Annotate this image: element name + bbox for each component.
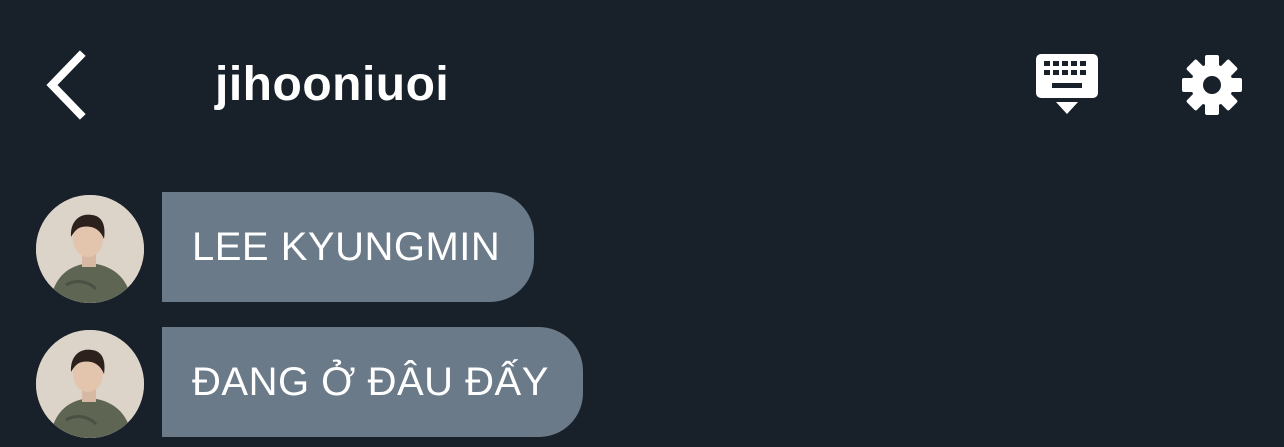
message-bubble[interactable]: LEE KYUNGMIN [162, 192, 535, 302]
back-button[interactable] [40, 50, 92, 120]
chat-title: jihooniuoi [215, 58, 450, 111]
avatar[interactable] [36, 195, 144, 303]
chat-header: jihooniuoi [0, 0, 1284, 170]
message-text: ĐANG Ở ĐÂU ĐẤY [192, 359, 549, 404]
settings-button[interactable] [1180, 53, 1244, 117]
message-bubble[interactable]: ĐANG Ở ĐÂU ĐẤY [162, 327, 583, 437]
keyboard-toggle-button[interactable] [1034, 52, 1102, 118]
chevron-left-icon [46, 50, 86, 120]
avatar[interactable] [36, 330, 144, 438]
avatar-photo [36, 330, 144, 438]
avatar-photo [36, 195, 144, 303]
keyboard-hide-icon [1036, 54, 1098, 114]
message-text: LEE KYUNGMIN [192, 224, 501, 269]
gear-icon [1182, 55, 1242, 115]
